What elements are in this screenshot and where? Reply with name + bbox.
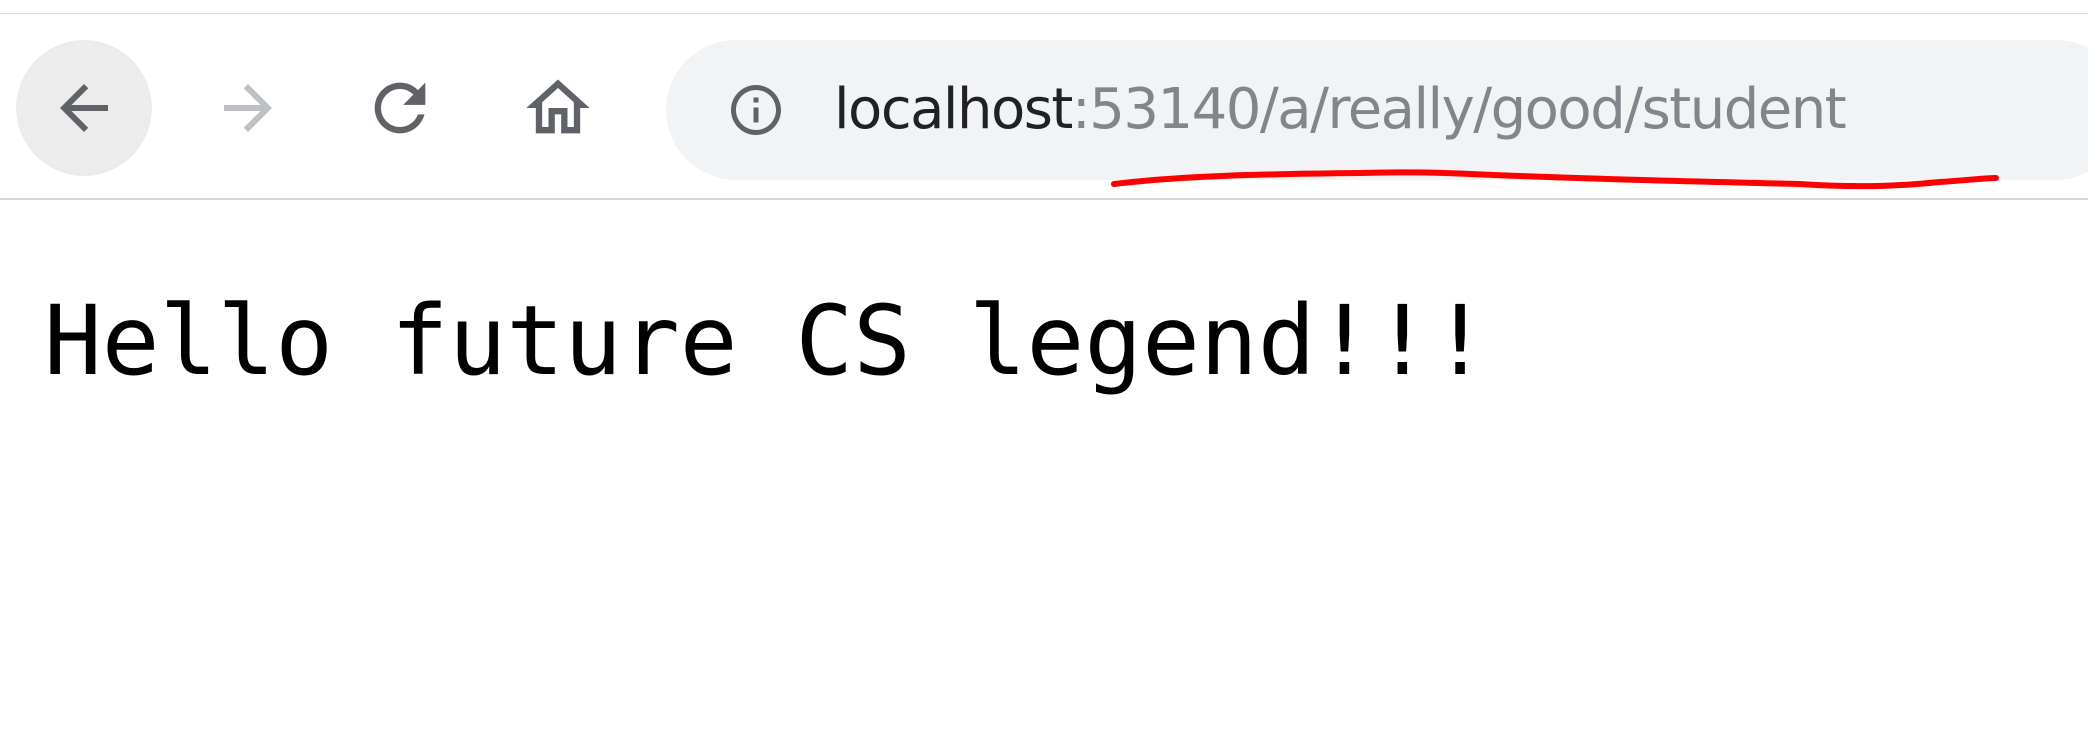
window-top-strip (0, 0, 2088, 14)
browser-toolbar: localhost:53140/a/really/good/student (0, 14, 2088, 200)
url-host: localhost (834, 77, 1073, 142)
home-button[interactable] (490, 40, 626, 176)
address-bar[interactable]: localhost:53140/a/really/good/student (666, 40, 2088, 180)
forward-button[interactable] (180, 40, 316, 176)
reload-icon (374, 82, 426, 134)
home-icon (526, 79, 590, 134)
back-button[interactable] (16, 40, 152, 176)
url-text[interactable]: localhost:53140/a/really/good/student (834, 70, 1847, 150)
arrow-right-icon (224, 84, 272, 132)
info-icon[interactable] (726, 80, 786, 140)
url-path: :53140/a/really/good/student (1071, 77, 1847, 142)
reload-button[interactable] (332, 40, 468, 176)
greeting-text: Hello future CS legend!!! (44, 285, 1489, 397)
page-content: Hello future CS legend!!! (44, 286, 1489, 396)
arrow-left-icon (60, 84, 108, 132)
